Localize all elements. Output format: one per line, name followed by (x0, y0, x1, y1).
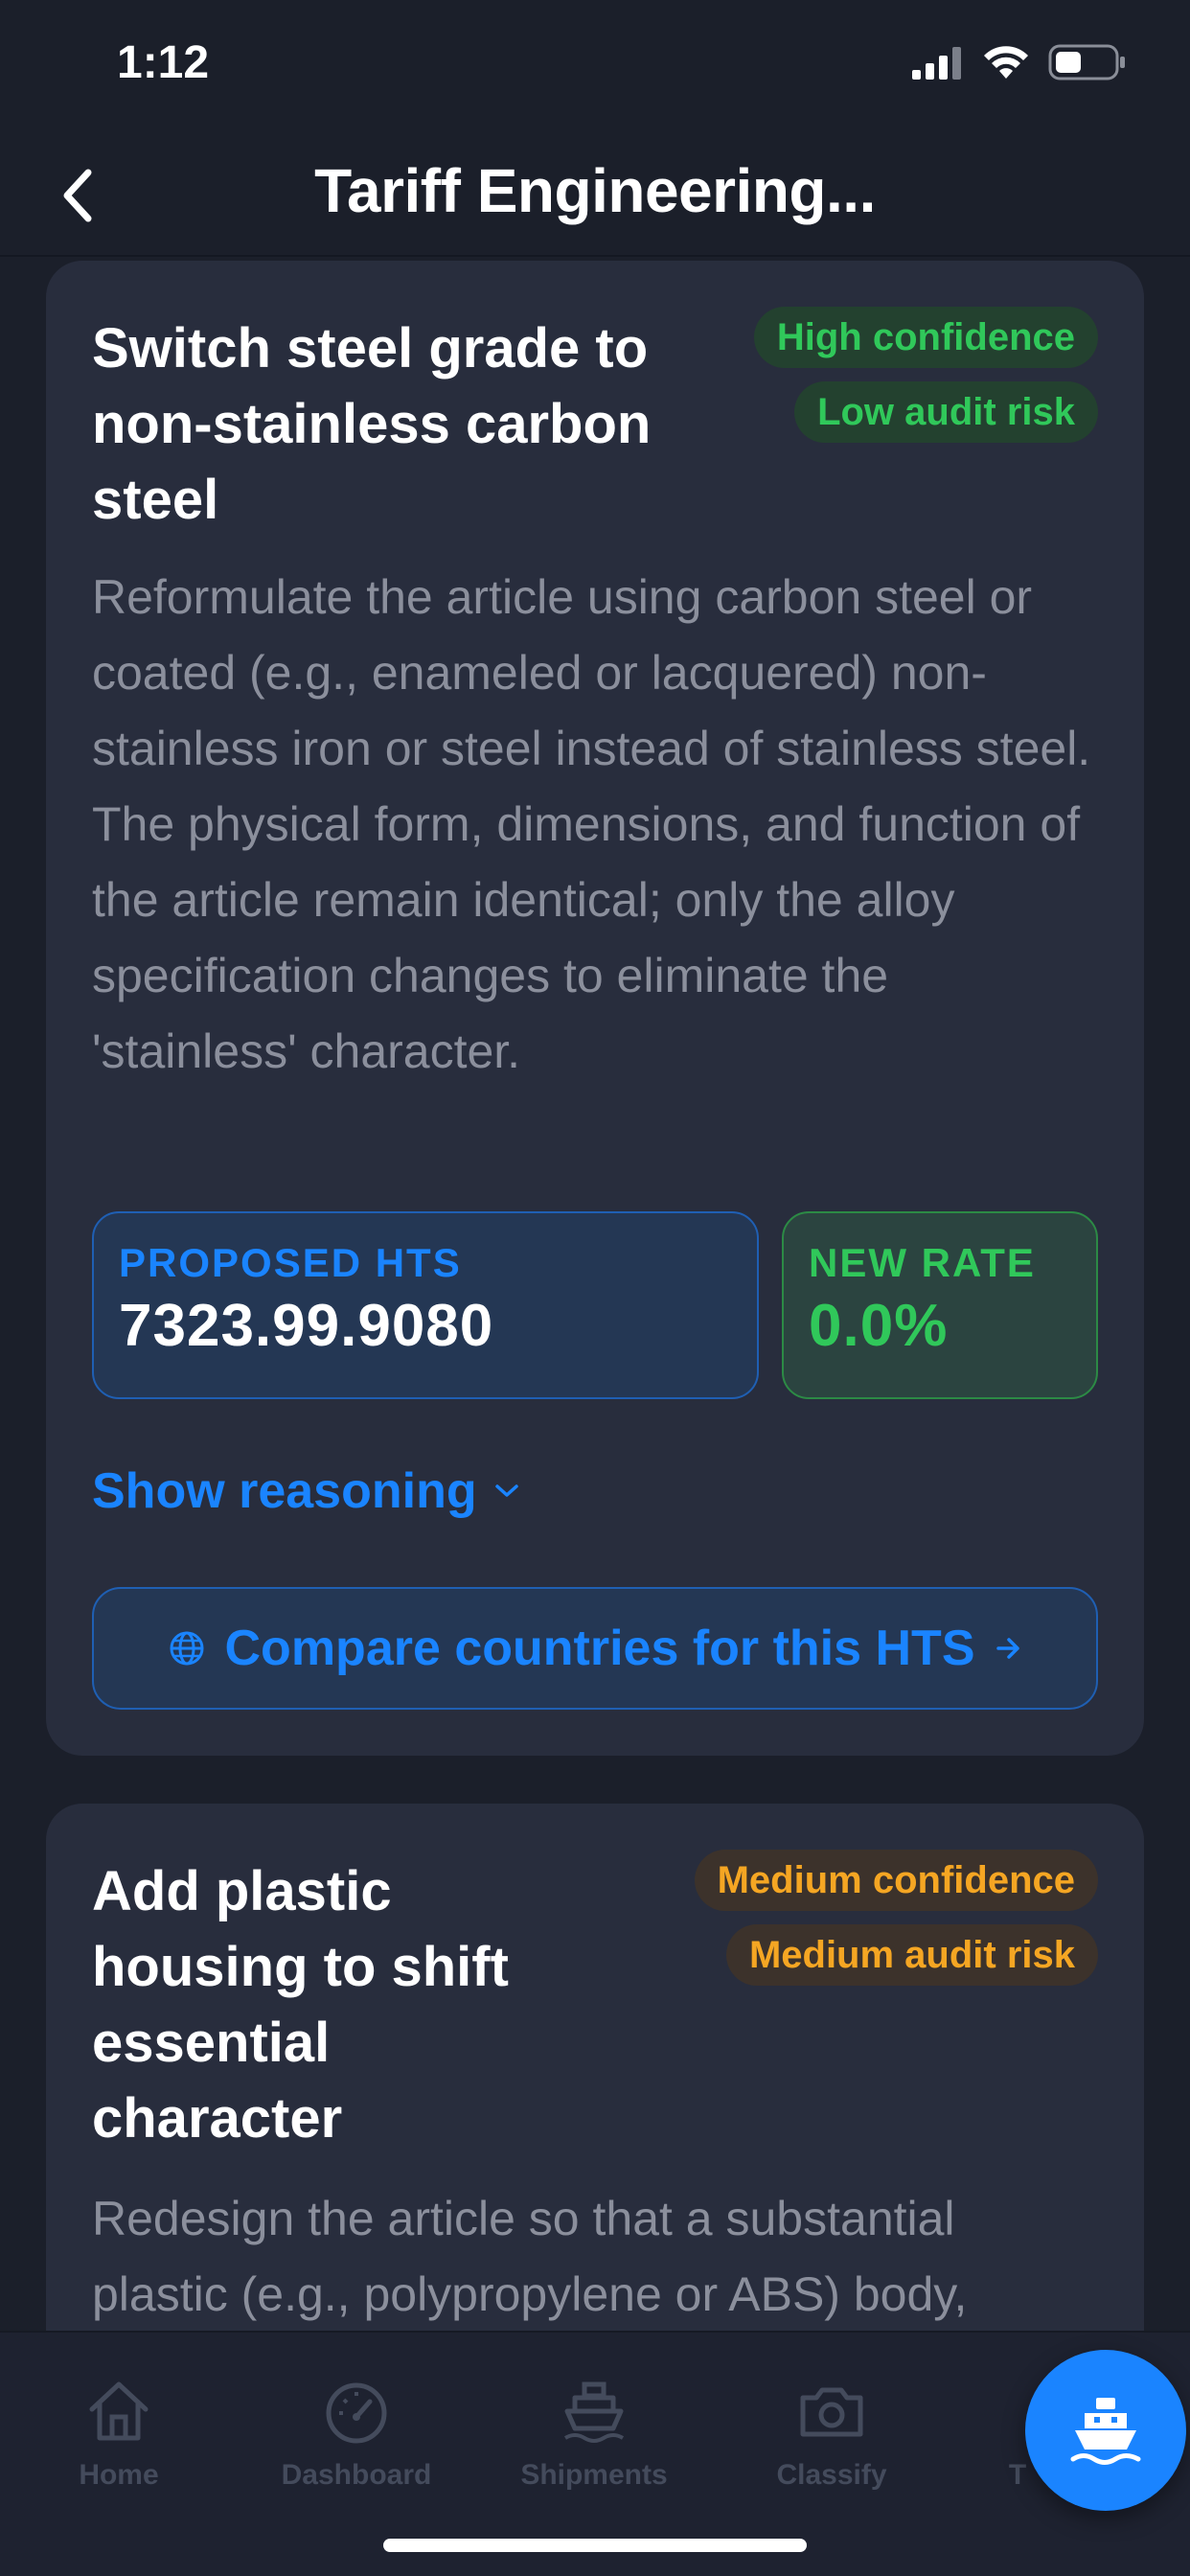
proposed-hts-value: 7323.99.9080 (119, 1293, 494, 1359)
tab-shipments-label: Shipments (520, 2459, 668, 2491)
home-indicator[interactable] (383, 2539, 807, 2552)
tab-home[interactable]: Home (0, 2373, 238, 2492)
ship-icon (556, 2373, 632, 2450)
suggestion-description: Reformulate the article using carbon ste… (92, 570, 1091, 1078)
gauge-icon (318, 2373, 395, 2450)
confidence-badge: Medium confidence (694, 1850, 1098, 1911)
compare-countries-button[interactable]: Compare countries for this HTS (92, 1587, 1098, 1710)
ship-icon (1070, 2398, 1141, 2465)
new-rate-value: 0.0% (809, 1293, 949, 1359)
page-title: Tariff Engineering... (314, 156, 876, 225)
proposed-hts-label: PROPOSED HTS (119, 1240, 462, 1285)
suggestion-badges: Medium confidence Medium audit risk (694, 1850, 1098, 1986)
camera-icon (793, 2373, 870, 2450)
cellular-signal-icon (912, 47, 961, 80)
tab-dashboard[interactable]: Dashboard (238, 2373, 475, 2492)
tab-classify[interactable]: Classify (713, 2373, 950, 2492)
tab-partial-label: T (1008, 2459, 1027, 2491)
navigation-bar: Tariff Engineering... (0, 134, 1190, 257)
screen: 1:12 Tariff Engineering... Switch steel … (0, 0, 1190, 2576)
new-rate-label: NEW RATE (809, 1240, 1036, 1285)
suggestions-list[interactable]: Switch steel grade to non-stainless carb… (0, 259, 1190, 2331)
chevron-down-icon (494, 1484, 518, 1497)
confidence-badge: High confidence (753, 307, 1098, 368)
wifi-icon (984, 46, 1028, 79)
audit-risk-badge: Low audit risk (794, 381, 1098, 443)
proposed-hts-box: PROPOSED HTS 7323.99.9080 (92, 1211, 759, 1399)
new-rate-box: NEW RATE 0.0% (782, 1211, 1098, 1399)
tab-home-label: Home (79, 2459, 159, 2491)
house-icon (80, 2373, 157, 2450)
status-icons (910, 44, 1127, 80)
status-bar: 1:12 (0, 0, 1190, 134)
suggestion-badges: High confidence Low audit risk (753, 307, 1098, 443)
suggestion-title: Add plastic housing to shift essential c… (92, 1860, 509, 2150)
status-time: 1:12 (117, 37, 210, 88)
globe-icon (170, 1631, 203, 1666)
audit-risk-badge: Medium audit risk (725, 1924, 1098, 1986)
show-reasoning-toggle[interactable]: Show reasoning (92, 1462, 519, 1520)
tab-classify-label: Classify (776, 2459, 887, 2491)
show-reasoning-label: Show reasoning (92, 1463, 477, 1519)
suggestion-description: Redesign the article so that a substanti… (92, 2192, 968, 2321)
suggestion-card: Switch steel grade to non-stainless carb… (46, 261, 1144, 1756)
ship-fab-button[interactable] (1025, 2350, 1186, 2511)
tab-dashboard-label: Dashboard (281, 2459, 432, 2491)
suggestion-title: Switch steel grade to non-stainless carb… (92, 317, 652, 531)
suggestion-card: Add plastic housing to shift essential c… (46, 1804, 1144, 2331)
battery-icon (1048, 44, 1125, 80)
compare-countries-label: Compare countries for this HTS (224, 1621, 975, 1676)
arrow-right-icon (995, 1638, 1019, 1659)
tab-shipments[interactable]: Shipments (475, 2373, 713, 2492)
